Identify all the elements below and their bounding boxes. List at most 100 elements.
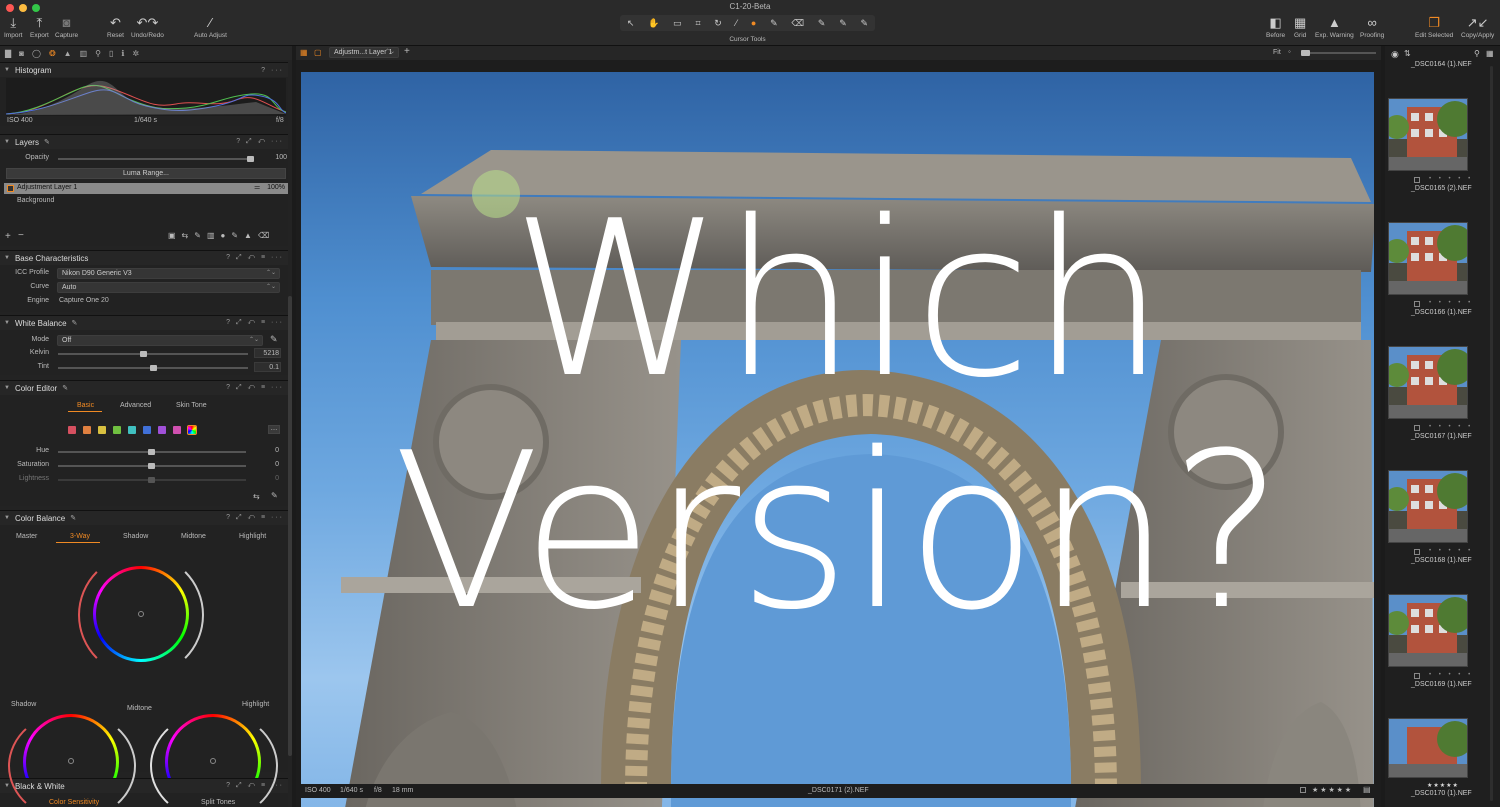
select-tool-icon[interactable]: ↖ bbox=[627, 18, 635, 29]
thumbnail-rating[interactable]: • • • • • bbox=[1429, 176, 1473, 182]
luma-range-button[interactable]: Luma Range... bbox=[6, 168, 286, 179]
filmstrip-scrollbar[interactable] bbox=[1490, 66, 1493, 801]
highlight-wheel-handle[interactable] bbox=[210, 758, 216, 764]
kelvin-value-box[interactable]: 5218 bbox=[254, 348, 281, 358]
color-swatch[interactable] bbox=[113, 426, 121, 434]
thumbnail[interactable] bbox=[1388, 346, 1468, 419]
tab-basic[interactable]: Basic bbox=[77, 402, 94, 409]
eye-icon[interactable]: ◉ bbox=[1391, 49, 1399, 60]
tab-master[interactable]: Master bbox=[16, 533, 37, 540]
gradient-tool-icon[interactable]: ✎ bbox=[818, 18, 826, 29]
import-button[interactable]: ⤓ Import bbox=[4, 14, 22, 39]
tab-skin-tone[interactable]: Skin Tone bbox=[176, 402, 207, 409]
thumbnail-rating[interactable]: • • • • • bbox=[1429, 300, 1473, 306]
color-swatch[interactable] bbox=[83, 426, 91, 434]
saturation-slider-knob[interactable] bbox=[148, 463, 155, 469]
tab-shadow[interactable]: Shadow bbox=[123, 533, 148, 540]
thumbnail-checkbox[interactable] bbox=[1414, 425, 1420, 431]
layer-row-adjustment[interactable]: Adjustment Layer 1 ⚌ 100% bbox=[4, 183, 288, 194]
pan-tool-icon[interactable]: ✋ bbox=[648, 18, 659, 29]
color-swatch[interactable] bbox=[128, 426, 136, 434]
grid-view-icon[interactable]: ▦ bbox=[1486, 49, 1494, 58]
keystone-tool-icon[interactable]: ⁄ bbox=[736, 18, 738, 28]
picker-icon[interactable]: ✎ bbox=[271, 491, 278, 500]
wb-header[interactable]: ▼ White Balance ✎? ⤢ ↶ ≡ ··· bbox=[0, 316, 288, 330]
star-rating[interactable]: ★ ★ ★ ★ ★ bbox=[1312, 786, 1351, 794]
tab-advanced[interactable]: Advanced bbox=[120, 402, 151, 409]
tab-3-way[interactable]: 3-Way bbox=[70, 533, 90, 540]
color-swatch[interactable] bbox=[158, 426, 166, 434]
thumbnail[interactable] bbox=[1388, 718, 1468, 778]
capture-button[interactable]: ◙ Capture bbox=[55, 14, 78, 39]
single-view-icon[interactable]: ▢ bbox=[314, 48, 322, 57]
layer-row-background[interactable]: Background bbox=[17, 197, 54, 204]
tab-midtone[interactable]: Midtone bbox=[181, 533, 206, 540]
add-layer-icon[interactable]: + bbox=[5, 231, 11, 242]
color-swatch[interactable] bbox=[187, 425, 197, 435]
color-balance-header[interactable]: ▼ Color Balance ✎? ⤢ ↶ ≡ ··· bbox=[0, 511, 288, 525]
metadata-tab-icon[interactable]: ℹ bbox=[121, 49, 124, 58]
zoom-out-icon[interactable]: ◦ bbox=[1288, 47, 1291, 56]
thumbnail-checkbox[interactable] bbox=[1414, 673, 1420, 679]
undo-redo-button[interactable]: ↶↷ Undo/Redo bbox=[131, 14, 164, 39]
wb-mode-dropdown[interactable]: Off ⌃⌄ bbox=[57, 335, 263, 346]
exposure-tab-icon[interactable]: ▲ bbox=[64, 49, 72, 58]
settings-tab-icon[interactable]: ✲ bbox=[132, 49, 139, 58]
thumbnail-checkbox[interactable] bbox=[1414, 177, 1420, 183]
brush-tool-icon[interactable]: ✎ bbox=[770, 18, 778, 29]
opacity-slider[interactable] bbox=[58, 156, 254, 162]
copy-apply-button[interactable]: ↗↙ Copy/Apply bbox=[1461, 14, 1494, 39]
spot-tool-icon[interactable]: ● bbox=[751, 18, 756, 28]
reset-button[interactable]: ↶ Reset bbox=[107, 14, 124, 39]
color-tag-icon[interactable]: ▤ bbox=[1363, 785, 1371, 794]
picker-tool-icon[interactable]: ✎ bbox=[839, 18, 847, 29]
opacity-slider-knob[interactable] bbox=[247, 156, 254, 162]
tint-value-box[interactable]: 0.1 bbox=[254, 362, 281, 372]
saturation-slider[interactable] bbox=[58, 463, 246, 469]
capture-tab-icon[interactable]: ◙ bbox=[19, 49, 24, 58]
thumbnail-rating[interactable]: • • • • • bbox=[1429, 424, 1473, 430]
layer-tools-icons[interactable]: ▣⇆✎▥●✎▲⌫ bbox=[168, 231, 275, 240]
hue-slider-knob[interactable] bbox=[148, 449, 155, 455]
thumbnail-rating[interactable]: ★★★★★ bbox=[1427, 782, 1459, 789]
details-tab-icon[interactable]: ⚲ bbox=[95, 49, 101, 58]
zoom-slider-knob[interactable] bbox=[1301, 50, 1310, 56]
annotate-tool-icon[interactable]: ✎ bbox=[861, 18, 869, 29]
crop-tool-icon[interactable]: ⌗ bbox=[695, 18, 700, 29]
layer-dropdown[interactable]: Adjustm...t Layer 1 ⌃⌄ bbox=[329, 47, 399, 58]
thumbnail[interactable] bbox=[1388, 222, 1468, 295]
thumbnail-checkbox[interactable] bbox=[1414, 301, 1420, 307]
tint-slider-knob[interactable] bbox=[149, 365, 157, 371]
curve-dropdown[interactable]: Auto ⌃⌄ bbox=[57, 282, 280, 293]
tab-highlight[interactable]: Highlight bbox=[239, 533, 266, 540]
thumbnail-rating[interactable]: • • • • • bbox=[1429, 548, 1473, 554]
select-checkbox[interactable] bbox=[1300, 787, 1306, 793]
edit-selected-button[interactable]: ❐ Edit Selected bbox=[1415, 14, 1453, 39]
image-viewer[interactable]: Which Version? bbox=[301, 72, 1374, 807]
multi-view-icon[interactable]: ▦ bbox=[300, 48, 308, 57]
export-button[interactable]: ⤒ Export bbox=[30, 14, 49, 39]
color-swatch[interactable] bbox=[143, 426, 151, 434]
color-tab-icon[interactable]: ❂ bbox=[49, 49, 56, 58]
thumbnail[interactable] bbox=[1388, 470, 1468, 543]
thumbnail-rating[interactable]: • • • • • bbox=[1429, 672, 1473, 678]
layer-visibility-checkbox[interactable] bbox=[7, 185, 14, 192]
loupe-tool-icon[interactable]: ▭ bbox=[673, 18, 682, 29]
histogram-header[interactable]: ▼ Histogram? ··· bbox=[0, 63, 288, 77]
exposure-warning-button[interactable]: ▲ Exp. Warning bbox=[1315, 14, 1354, 39]
tint-slider[interactable] bbox=[58, 365, 248, 371]
rotate-tool-icon[interactable]: ↻ bbox=[714, 18, 722, 29]
more-options-button[interactable]: … bbox=[268, 425, 280, 434]
thumbnail[interactable] bbox=[1388, 98, 1468, 171]
style-tab-icon[interactable]: ▥ bbox=[80, 49, 88, 58]
shadow-wheel-handle[interactable] bbox=[68, 758, 74, 764]
hue-slider[interactable] bbox=[58, 449, 246, 455]
thumbnail[interactable] bbox=[1388, 594, 1468, 667]
lens-tab-icon[interactable]: ◯ bbox=[32, 49, 41, 58]
add-layer-viewer-icon[interactable]: + bbox=[404, 46, 410, 57]
remove-layer-icon[interactable]: − bbox=[18, 230, 24, 241]
adjust-tab-icon[interactable]: ▯ bbox=[109, 49, 113, 58]
color-swatch[interactable] bbox=[68, 426, 76, 434]
eyedropper-icon[interactable]: ✎ bbox=[270, 334, 278, 345]
lightness-slider[interactable] bbox=[58, 477, 246, 483]
